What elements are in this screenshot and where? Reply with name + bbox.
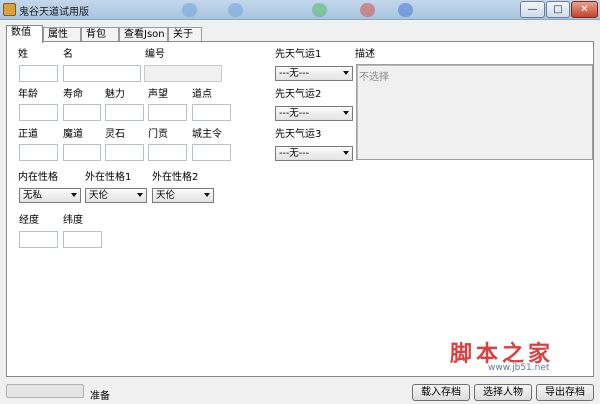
progress-bar <box>6 384 84 398</box>
chevron-down-icon <box>343 111 349 115</box>
background-blur-icon <box>182 3 197 17</box>
select-character-button[interactable]: 选择人物 <box>474 384 532 401</box>
maximize-button[interactable]: □ <box>546 1 570 18</box>
age-label: 年龄 <box>18 89 38 100</box>
background-blur-icon <box>398 3 413 17</box>
chevron-down-icon <box>343 71 349 75</box>
outer-trait1-value: 天伦 <box>89 190 109 201</box>
chevron-down-icon <box>343 151 349 155</box>
lifespan-input[interactable] <box>63 104 101 121</box>
watermark-url: www.jb51.net <box>488 363 550 373</box>
window-title: 鬼谷天道试用版 <box>19 7 89 18</box>
longitude-input[interactable] <box>19 231 58 248</box>
given-name-label: 名 <box>63 49 73 60</box>
fortune2-value: ---无--- <box>279 108 310 119</box>
tab-about[interactable]: 关于 <box>168 27 202 42</box>
righteous-input[interactable] <box>19 144 58 161</box>
spirit-stone-label: 灵石 <box>105 129 125 140</box>
close-button[interactable]: ✕ <box>571 1 598 18</box>
load-save-button[interactable]: 载入存档 <box>412 384 470 401</box>
fortune2-select[interactable]: ---无--- <box>275 106 353 121</box>
inner-trait-select[interactable]: 无私 <box>19 188 81 203</box>
background-blur-icon <box>360 3 375 17</box>
contribution-input[interactable] <box>148 144 187 161</box>
surname-label: 姓 <box>18 49 28 60</box>
status-text: 准备 <box>90 391 110 402</box>
app-icon <box>3 3 16 16</box>
dao-points-input[interactable] <box>192 104 231 121</box>
righteous-label: 正道 <box>18 129 38 140</box>
tab-inventory[interactable]: 背包 <box>81 27 119 42</box>
city-lord-input[interactable] <box>192 144 231 161</box>
inner-trait-label: 内在性格 <box>18 172 58 183</box>
tab-view-json[interactable]: 查看Json <box>119 27 168 42</box>
given-name-input[interactable] <box>63 65 141 82</box>
spirit-stone-input[interactable] <box>105 144 144 161</box>
dao-points-label: 道点 <box>192 89 212 100</box>
export-save-button[interactable]: 导出存档 <box>536 384 594 401</box>
charm-input[interactable] <box>105 104 144 121</box>
description-textarea[interactable]: 不选择 <box>356 64 593 160</box>
id-input <box>144 65 222 82</box>
outer-trait1-select[interactable]: 天伦 <box>85 188 147 203</box>
watermark: 脚本之家 www.jb51.net <box>450 336 590 380</box>
outer-trait1-label: 外在性格1 <box>85 172 132 183</box>
latitude-label: 纬度 <box>63 215 83 226</box>
age-input[interactable] <box>19 104 58 121</box>
fortune2-label: 先天气运2 <box>275 89 322 100</box>
fortune3-label: 先天气运3 <box>275 129 322 140</box>
demonic-label: 魔道 <box>63 129 83 140</box>
outer-trait2-value: 天伦 <box>156 190 176 201</box>
fortune1-label: 先天气运1 <box>275 49 322 60</box>
longitude-label: 经度 <box>19 215 39 226</box>
lifespan-label: 寿命 <box>63 89 83 100</box>
tab-attributes[interactable]: 属性 <box>43 27 81 42</box>
outer-trait2-label: 外在性格2 <box>152 172 199 183</box>
title-bar: 鬼谷天道试用版 — □ ✕ <box>0 0 600 20</box>
chevron-down-icon <box>204 193 210 197</box>
charm-label: 魅力 <box>105 89 125 100</box>
background-blur-icon <box>312 3 327 17</box>
fortune3-select[interactable]: ---无--- <box>275 146 353 161</box>
contribution-label: 门贡 <box>148 129 168 140</box>
latitude-input[interactable] <box>63 231 102 248</box>
chevron-down-icon <box>71 193 77 197</box>
description-label: 描述 <box>355 49 375 60</box>
demonic-input[interactable] <box>63 144 101 161</box>
outer-trait2-select[interactable]: 天伦 <box>152 188 214 203</box>
minimize-button[interactable]: — <box>520 1 545 18</box>
inner-trait-value: 无私 <box>23 190 43 201</box>
status-bar: 准备 载入存档 选择人物 导出存档 <box>0 378 600 404</box>
fortune1-select[interactable]: ---无--- <box>275 66 353 81</box>
fortune3-value: ---无--- <box>279 148 310 159</box>
chevron-down-icon <box>137 193 143 197</box>
reputation-label: 声望 <box>148 89 168 100</box>
reputation-input[interactable] <box>148 104 187 121</box>
fortune1-value: ---无--- <box>279 68 310 79</box>
description-text: 不选择 <box>359 72 389 83</box>
surname-input[interactable] <box>19 65 58 82</box>
tab-values[interactable]: 数值 <box>6 25 43 43</box>
city-lord-label: 城主令 <box>192 129 222 140</box>
background-blur-icon <box>228 3 243 17</box>
id-label: 编号 <box>145 49 165 60</box>
